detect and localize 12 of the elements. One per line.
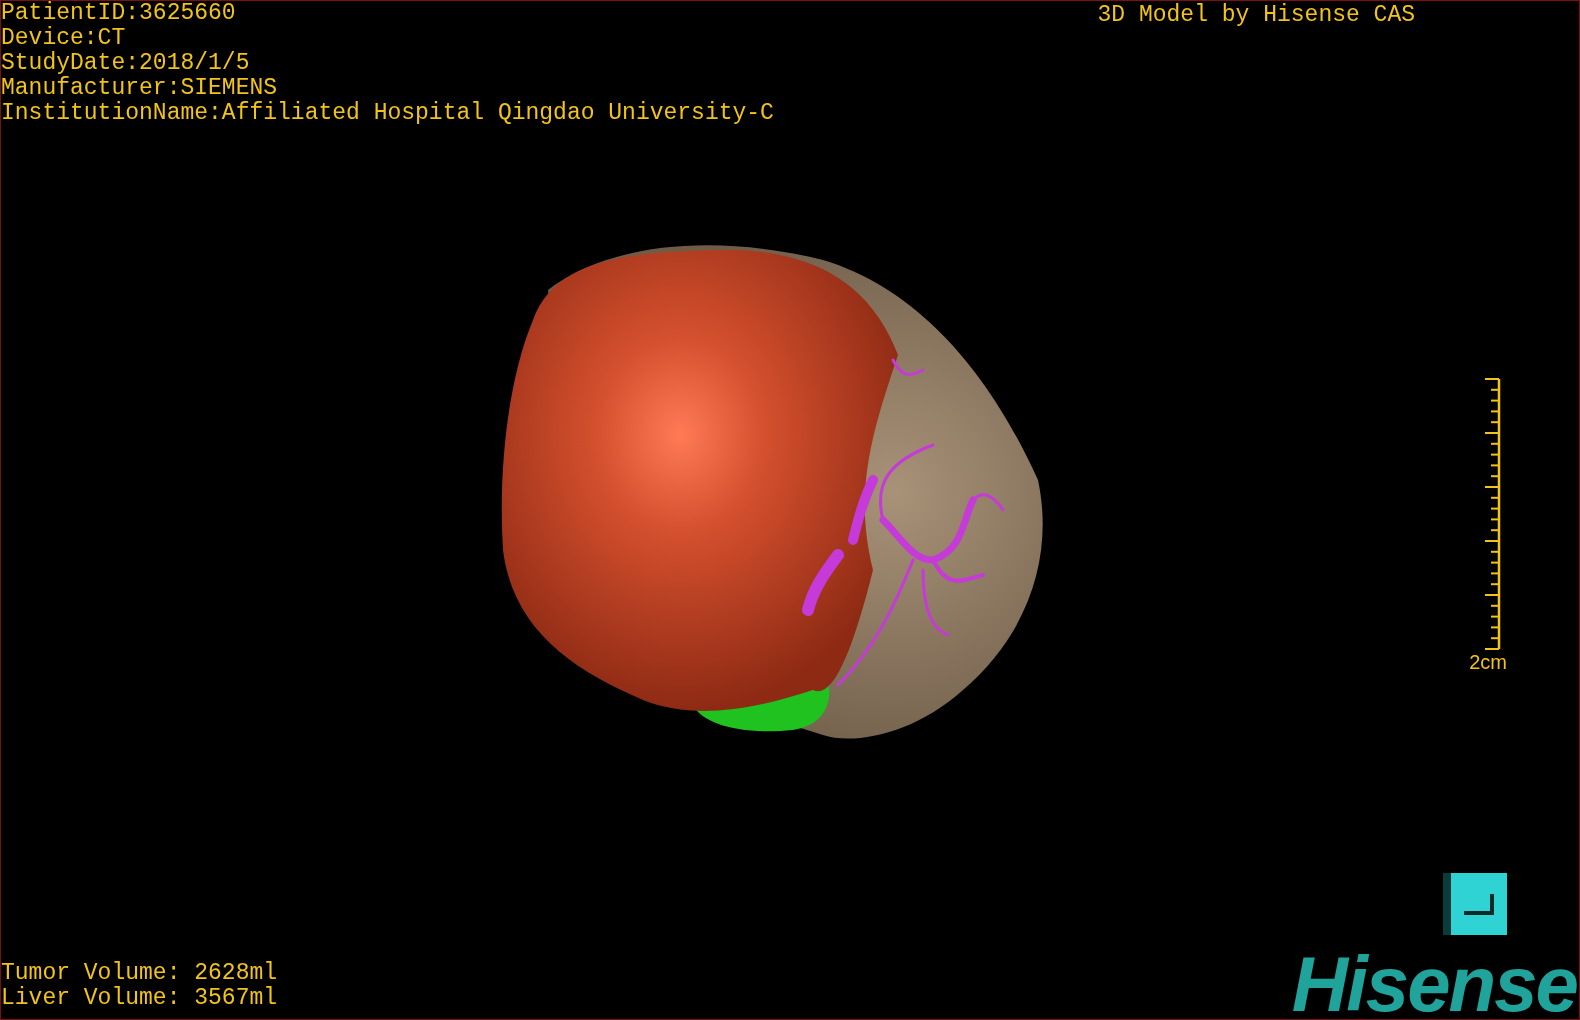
corner-toggle-button[interactable]: [1443, 873, 1507, 935]
corner-icon: [1461, 891, 1497, 917]
volume-line: Liver Volume: 3567ml: [1, 986, 278, 1011]
info-line: Manufacturer:SIEMENS: [1, 76, 279, 101]
brand-logo: Hisense: [1291, 949, 1577, 1019]
viewer-title: 3D Model by Hisense CAS: [1097, 3, 1415, 30]
info-line: Device:CT: [1, 26, 127, 51]
volume-line: Tumor Volume: 2628ml: [1, 961, 278, 986]
info-line: InstitutionName:Affiliated Hospital Qingdao University-C: [1, 101, 774, 126]
info-line: StudyDate:2018/1/5: [1, 51, 251, 76]
scale-label: 2cm: [1469, 650, 1507, 673]
info-line: PatientID:3625660: [1, 1, 237, 26]
